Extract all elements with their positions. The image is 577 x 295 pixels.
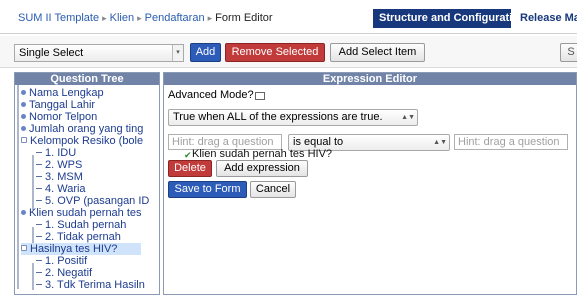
tree-item-nama-lengkap[interactable]: Nama Lengkap xyxy=(21,87,104,99)
tree-branch-icon xyxy=(36,236,42,237)
tree-node-icon xyxy=(21,90,26,95)
tree-item-jumlah-orang[interactable]: Jumlah orang yang ting xyxy=(21,123,143,135)
checkmark-icon: ✔ xyxy=(184,150,192,160)
add-select-item-button[interactable]: Add Select Item xyxy=(330,43,425,62)
expression-mode-value: True when ALL of the expressions are tru… xyxy=(173,111,383,123)
delete-expression-button[interactable]: Delete xyxy=(168,160,212,177)
tree-node-icon xyxy=(21,114,26,119)
tree-item-tanggal-lahir[interactable]: Tanggal Lahir xyxy=(21,99,95,111)
tree-branch-icon xyxy=(36,260,42,261)
tree-branch-icon xyxy=(36,164,42,165)
breadcrumb-sum-template[interactable]: SUM II Template xyxy=(18,12,99,24)
tree-branch-icon xyxy=(36,200,42,201)
tree-item-klien-sudah-pernah[interactable]: Klien sudah pernah tes xyxy=(21,207,142,219)
expression-editor-body: Advanced Mode? True when ALL of the expr… xyxy=(164,85,576,294)
tree-item-tdk-terima-hasil[interactable]: 3. Tdk Terima Hasiln xyxy=(36,279,145,291)
advanced-mode-label: Advanced Mode? xyxy=(168,89,254,101)
tree-item-tidak-pernah[interactable]: 2. Tidak pernah xyxy=(36,231,121,243)
advanced-mode-checkbox[interactable] xyxy=(254,92,265,100)
tree-branch-icon xyxy=(36,272,42,273)
tree-collapse-icon[interactable] xyxy=(21,137,27,143)
expression-mode-select[interactable]: True when ALL of the expressions are tru… xyxy=(168,109,418,126)
breadcrumb-klien[interactable]: Klien xyxy=(110,12,134,24)
tree-node-icon xyxy=(21,126,26,131)
toolbar: Single Select ▾ Add Remove Selected Add … xyxy=(0,36,577,68)
tree-item-msm[interactable]: 3. MSM xyxy=(36,171,83,183)
chevron-right-icon: ▸ xyxy=(207,13,213,23)
breadcrumb: SUM II Template ▸ Klien ▸ Pendaftaran ▸ Form E… xyxy=(18,12,273,24)
select-arrow-icon[interactable]: ▾ xyxy=(172,45,183,61)
expression-editor-title: Expression Editor xyxy=(164,73,576,85)
question-type-select[interactable]: Single Select ▾ xyxy=(14,44,184,62)
tree-item-kelompok-resiko[interactable]: Kelompok Resiko (bole xyxy=(21,135,143,147)
tree-branch-icon xyxy=(36,284,42,285)
tree-item-negatif[interactable]: 2. Negatif xyxy=(36,267,92,279)
tree-item-wps[interactable]: 2. WPS xyxy=(36,159,82,171)
tree-item-waria[interactable]: 4. Waria xyxy=(36,183,86,195)
release-management-tab[interactable]: Release Ma xyxy=(514,9,577,28)
add-expression-button[interactable]: Add expression xyxy=(216,160,308,177)
up-down-arrows-icon: ▲▼ xyxy=(401,114,415,121)
tree-collapse-icon[interactable] xyxy=(21,245,27,251)
tree-branch-icon xyxy=(36,224,42,225)
dragged-question-item[interactable]: Klien sudah pernah tes HIV? xyxy=(192,148,332,160)
chevron-right-icon: ▸ xyxy=(137,13,142,23)
structure-configuration-tab[interactable]: Structure and Configuration xyxy=(373,9,526,28)
tree-item-idu[interactable]: 1. IDU xyxy=(36,147,76,159)
save-button[interactable]: S xyxy=(560,43,577,62)
tree-branch-icon xyxy=(36,176,42,177)
save-to-form-button[interactable]: Save to Form xyxy=(168,181,247,198)
chevron-right-icon: ▸ xyxy=(102,13,107,23)
up-down-arrows-icon: ▲▼ xyxy=(433,139,447,146)
tree-node-icon xyxy=(21,210,26,215)
question-tree-panel: Question Tree Nama Lengkap Tanggal Lahir… xyxy=(14,72,160,295)
right-operand-dropzone[interactable]: Hint: drag a question xyxy=(454,134,568,150)
tree-branch-icon xyxy=(36,152,42,153)
tree-item-hasilnya-tes-hiv[interactable]: Hasilnya tes HIV? xyxy=(21,243,141,255)
remove-selected-button[interactable]: Remove Selected xyxy=(225,43,325,62)
cancel-button[interactable]: Cancel xyxy=(250,181,296,198)
add-button[interactable]: Add xyxy=(190,43,221,62)
advanced-mode-row: Advanced Mode? xyxy=(168,89,265,101)
tree-item-ovp[interactable]: 5. OVP (pasangan ID xyxy=(36,195,149,207)
expression-editor-panel: Expression Editor Advanced Mode? True wh… xyxy=(163,72,577,295)
operator-value: is equal to xyxy=(293,136,344,148)
tree-branch-icon xyxy=(36,188,42,189)
breadcrumb-pendaftaran[interactable]: Pendaftaran xyxy=(145,12,205,24)
question-tree-title: Question Tree xyxy=(15,73,159,85)
tree-item-positif[interactable]: 1. Positif xyxy=(36,255,87,267)
tree-node-icon xyxy=(21,102,26,107)
tree-item-sudah-pernah[interactable]: 1. Sudah pernah xyxy=(36,219,126,231)
breadcrumb-current: Form Editor xyxy=(215,12,273,24)
question-type-value: Single Select xyxy=(19,47,84,59)
tree-item-nomor-telpon[interactable]: Nomor Telpon xyxy=(21,111,97,123)
top-bar: SUM II Template ▸ Klien ▸ Pendaftaran ▸ Form E… xyxy=(0,0,577,34)
